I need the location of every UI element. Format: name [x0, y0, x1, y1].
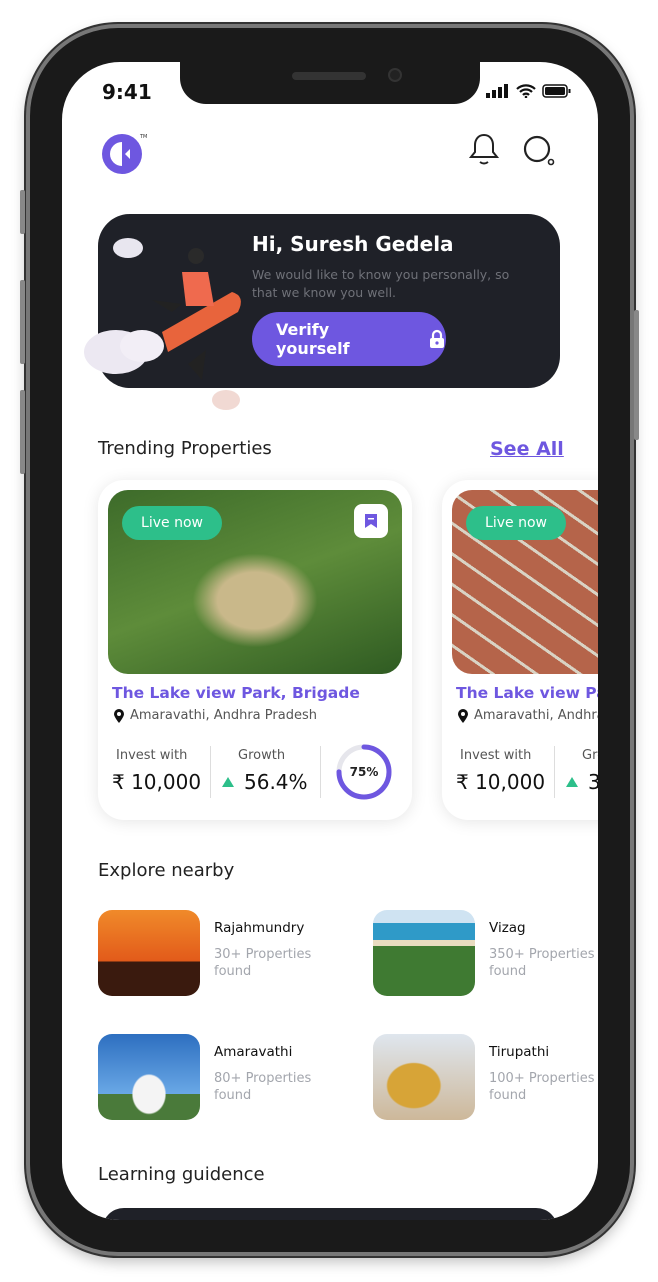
- growth-value: 3: [566, 770, 598, 794]
- brand-logo[interactable]: TM: [100, 130, 150, 178]
- banner-message: We would like to know you personally, so…: [252, 267, 510, 300]
- property-card[interactable]: Live now The Lake view Park, Brigade Ama…: [98, 480, 412, 820]
- property-title[interactable]: The Lake view Park, Brigade: [456, 684, 598, 702]
- growth-label: Growth: [582, 748, 598, 763]
- volume-down: [20, 390, 25, 474]
- funding-progress-ring: 75%: [336, 744, 392, 800]
- invest-value: ₹ 10,000: [112, 770, 202, 794]
- place-item-rajahmundry[interactable]: Rajahmundry 30+ Properties found: [98, 910, 368, 1000]
- place-item-amaravathi[interactable]: Amaravathi 80+ Properties found: [98, 1034, 368, 1124]
- screen: 9:41 TM Hi, Suresh Gedela We would like …: [62, 62, 598, 1220]
- notch: [180, 62, 480, 104]
- bookmark-button[interactable]: [354, 504, 388, 538]
- bookmark-icon: [365, 514, 377, 528]
- up-triangle-icon: [222, 777, 234, 787]
- property-location: Amaravathi, Andhra Pradesh: [458, 708, 598, 723]
- trending-title: Trending Properties: [98, 438, 272, 459]
- live-badge: Live now: [122, 506, 222, 540]
- mute-switch: [20, 190, 25, 234]
- bell-icon[interactable]: [468, 132, 500, 168]
- location-pin-icon: [458, 708, 468, 723]
- invest-value: ₹ 10,000: [456, 770, 546, 794]
- see-all-link[interactable]: See All: [490, 438, 564, 460]
- invest-label: Invest with: [116, 748, 188, 763]
- property-card[interactable]: Live now The Lake view Park, Brigade Ama…: [442, 480, 598, 820]
- status-time: 9:41: [102, 80, 152, 104]
- place-image: [373, 1034, 475, 1120]
- place-image: [373, 910, 475, 996]
- invest-label: Invest with: [460, 748, 532, 763]
- rocket-illustration: [84, 238, 241, 410]
- place-item-vizag[interactable]: Vizag 350+ Properties found: [373, 910, 598, 1000]
- up-triangle-icon: [566, 777, 578, 787]
- place-image: [98, 1034, 200, 1120]
- power-button: [634, 310, 639, 440]
- property-image: Live now: [452, 490, 598, 674]
- verify-label: Verify yourself: [276, 320, 350, 358]
- growth-value: 56.4%: [222, 770, 308, 794]
- place-item-tirupathi[interactable]: Tirupathi 100+ Properties found: [373, 1034, 598, 1124]
- wifi-icon: [516, 84, 536, 98]
- greeting: Hi, Suresh Gedela: [252, 232, 454, 256]
- property-title[interactable]: The Lake view Park, Brigade: [112, 684, 360, 702]
- progress-label: 75%: [350, 765, 379, 779]
- growth-label: Growth: [238, 748, 286, 763]
- status-icons: [486, 84, 572, 98]
- location-pin-icon: [114, 708, 124, 723]
- property-location: Amaravathi, Andhra Pradesh: [114, 708, 317, 723]
- search-icon[interactable]: [522, 134, 556, 168]
- live-badge: Live now: [466, 506, 566, 540]
- volume-up: [20, 280, 25, 364]
- learning-title: Learning guidence: [98, 1164, 265, 1185]
- lock-icon: [430, 329, 445, 348]
- signal-icon: [486, 84, 508, 98]
- battery-icon: [542, 84, 571, 98]
- property-image: Live now: [108, 490, 402, 674]
- explore-title: Explore nearby: [98, 860, 235, 881]
- svg-text:TM: TM: [139, 134, 147, 140]
- verify-button[interactable]: Verify yourself: [252, 312, 446, 366]
- learning-card[interactable]: [102, 1208, 558, 1220]
- place-image: [98, 910, 200, 996]
